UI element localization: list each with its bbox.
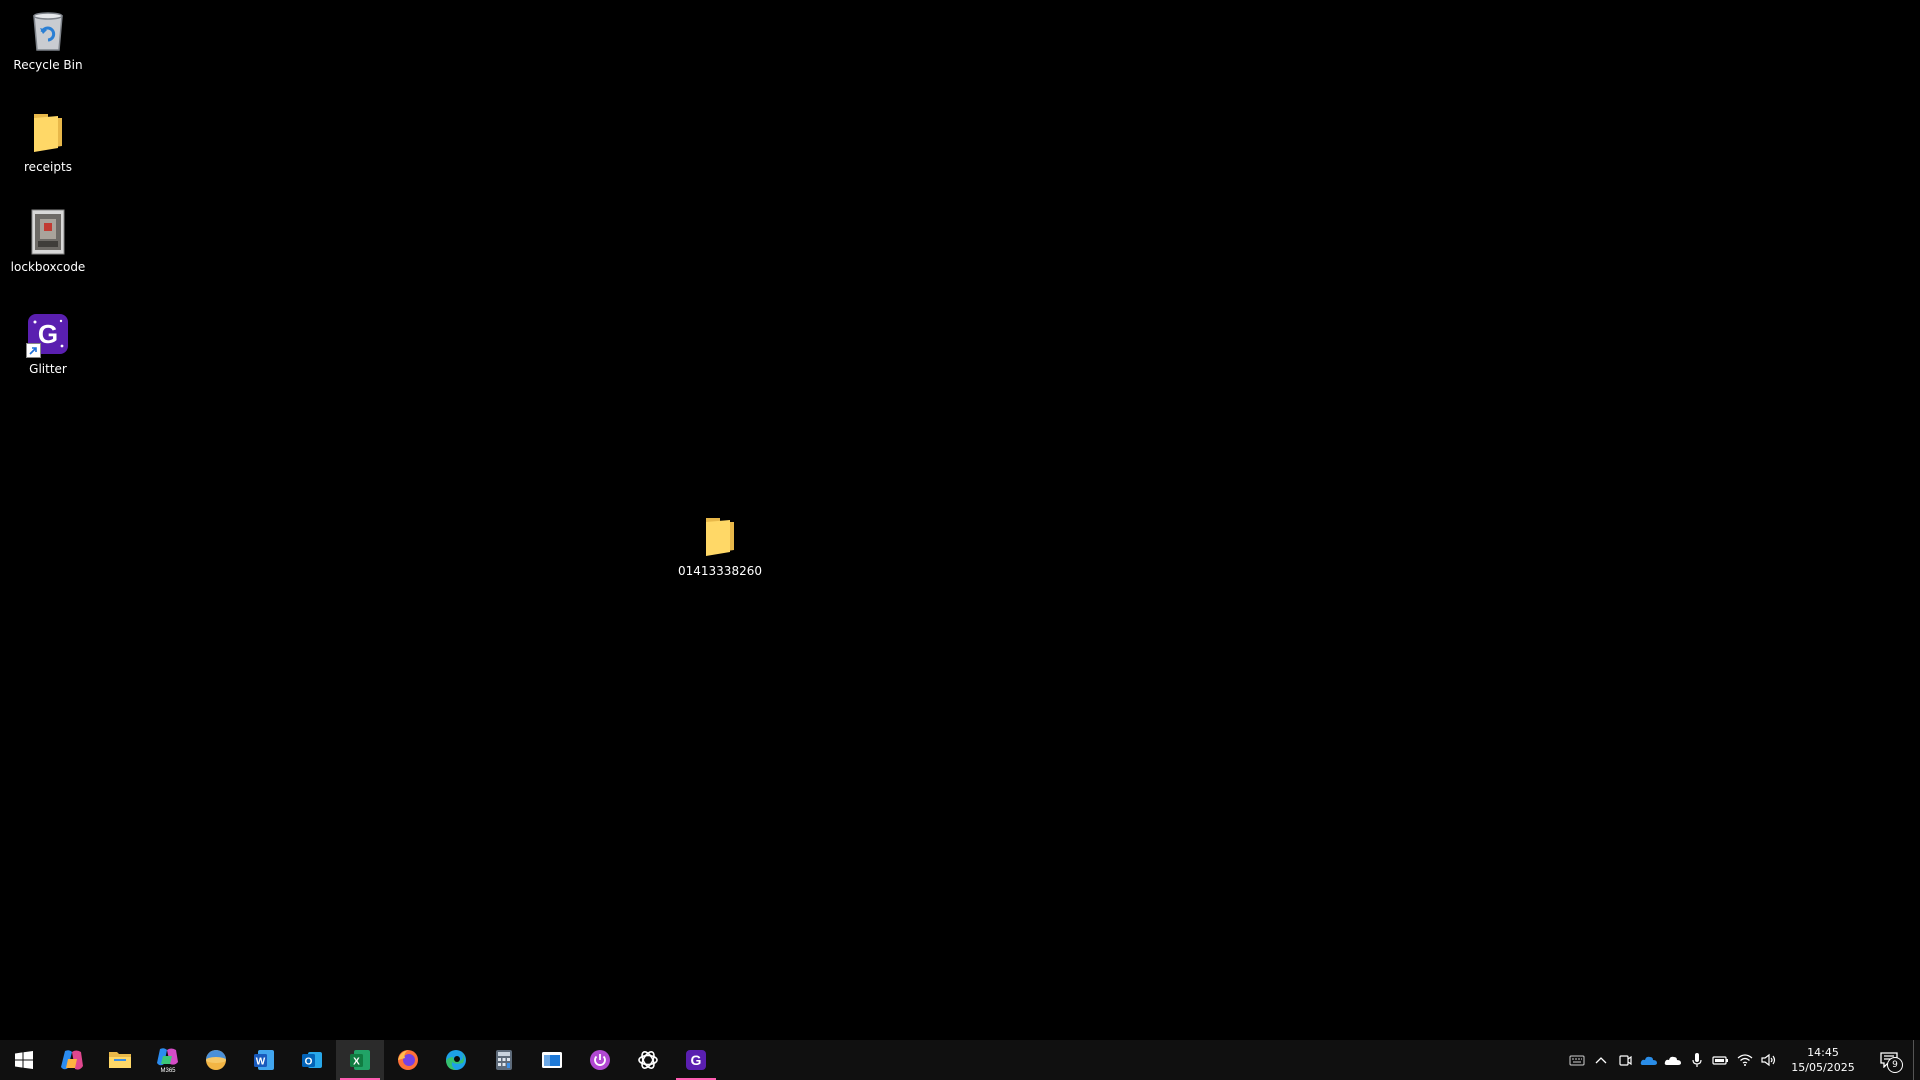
chatgpt-icon: [638, 1051, 658, 1069]
chevron-up-icon[interactable]: [1589, 1040, 1613, 1080]
svg-text:W: W: [256, 1057, 266, 1068]
taskbar: M365 W O X G 14:45 15/05/2025 9: [0, 1040, 1920, 1080]
excel-icon: X: [350, 1050, 370, 1070]
desktop-icon-receipts[interactable]: receipts: [0, 108, 96, 175]
power-app-icon: [590, 1050, 610, 1070]
recycle-bin-icon: [24, 6, 72, 54]
meet-now-icon[interactable]: [1613, 1040, 1637, 1080]
svg-text:X: X: [353, 1057, 360, 1068]
desktop-icon-lockboxcode[interactable]: lockboxcode: [0, 208, 96, 275]
copilot-icon: [61, 1050, 83, 1070]
desktop: Recycle Bin receipts lockboxcode G Glitt…: [0, 0, 1920, 1040]
file-explorer-icon: [109, 1052, 131, 1068]
calculator-icon: [496, 1050, 512, 1070]
word-icon: W: [254, 1050, 274, 1070]
svg-text:M365: M365: [160, 1068, 176, 1074]
glitter-app-icon: G: [686, 1050, 706, 1070]
start-button[interactable]: [0, 1040, 48, 1080]
taskbar-power-app[interactable]: [576, 1040, 624, 1080]
volume-icon[interactable]: [1757, 1040, 1781, 1080]
shortcut-arrow-icon: [26, 343, 41, 358]
desktop-icon-recycle-bin[interactable]: Recycle Bin: [0, 6, 96, 73]
onedrive-icon[interactable]: [1637, 1040, 1661, 1080]
taskbar-browser[interactable]: [192, 1040, 240, 1080]
notification-center-button[interactable]: 9: [1865, 1040, 1913, 1080]
svg-text:O: O: [305, 1057, 313, 1068]
taskbar-glitter[interactable]: G: [672, 1040, 720, 1080]
windows-start-icon: [15, 1051, 33, 1069]
taskbar-copilot[interactable]: [48, 1040, 96, 1080]
taskbar-outlook[interactable]: O: [288, 1040, 336, 1080]
firefox-icon: [398, 1050, 418, 1070]
taskbar-chatgpt[interactable]: [624, 1040, 672, 1080]
taskbar-excel[interactable]: X: [336, 1040, 384, 1080]
folder-icon: [696, 512, 744, 560]
taskbar-store[interactable]: [528, 1040, 576, 1080]
desktop-icon-label: lockboxcode: [10, 260, 86, 274]
taskbar-file-explorer[interactable]: [96, 1040, 144, 1080]
wifi-icon[interactable]: [1733, 1040, 1757, 1080]
outlook-icon: O: [302, 1052, 322, 1068]
clock[interactable]: 14:45 15/05/2025: [1781, 1040, 1865, 1080]
desktop-icon-label: 01413338260: [678, 564, 762, 578]
show-desktop-button[interactable]: [1913, 1040, 1920, 1080]
folder-icon: [24, 108, 72, 156]
taskbar-m365[interactable]: M365: [144, 1040, 192, 1080]
m365-icon: M365: [157, 1048, 178, 1074]
svg-text:G: G: [691, 1052, 702, 1068]
image-file-icon: [24, 208, 72, 256]
desktop-icon-label: Glitter: [29, 362, 67, 376]
desktop-icon-glitter[interactable]: G Glitter: [0, 310, 96, 377]
globe-icon: [206, 1050, 226, 1070]
glitter-app-icon: G: [24, 310, 72, 358]
desktop-icon-label: receipts: [24, 160, 72, 174]
desktop-icon-01413338260[interactable]: 01413338260: [672, 512, 768, 579]
keyboard-icon[interactable]: [1565, 1040, 1589, 1080]
store-icon: [542, 1052, 562, 1068]
desktop-icon-label: Recycle Bin: [13, 58, 83, 72]
taskbar-firefox[interactable]: [384, 1040, 432, 1080]
clock-date: 15/05/2025: [1791, 1061, 1855, 1074]
cloud-icon[interactable]: [1661, 1040, 1685, 1080]
notification-badge: 9: [1887, 1057, 1903, 1073]
taskbar-edge[interactable]: [432, 1040, 480, 1080]
taskbar-word[interactable]: W: [240, 1040, 288, 1080]
system-tray: 14:45 15/05/2025 9: [1565, 1040, 1920, 1080]
battery-icon[interactable]: [1709, 1040, 1733, 1080]
clock-time: 14:45: [1807, 1046, 1839, 1059]
microphone-icon[interactable]: [1685, 1040, 1709, 1080]
edge-icon: [446, 1050, 466, 1070]
taskbar-calculator[interactable]: [480, 1040, 528, 1080]
